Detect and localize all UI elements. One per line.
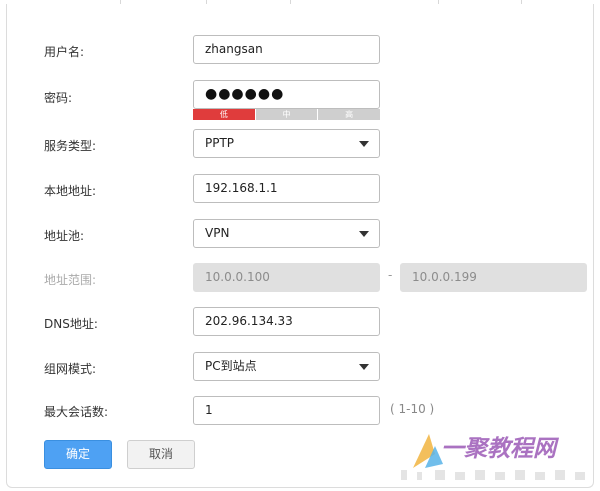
address-pool-value: VPN [205,226,230,240]
address-pool-select[interactable]: VPN [193,219,380,248]
max-sessions-label: 最大会话数: [44,405,109,419]
username-label: 用户名: [44,45,85,59]
chevron-down-icon [359,364,369,370]
dns-input[interactable]: 202.96.134.33 [193,307,380,336]
address-range-start-input: 10.0.0.100 [193,263,380,292]
chevron-down-icon [359,231,369,237]
max-sessions-hint: ( 1-10 ) [390,402,435,416]
address-range-label: 地址范围: [44,273,97,287]
password-strength-meter: 低 中 高 [193,109,381,120]
strength-high-segment: 高 [317,109,381,120]
chevron-down-icon [359,141,369,147]
strength-medium-segment: 中 [254,109,318,120]
network-mode-label: 组网模式: [44,362,97,376]
address-range-end-input: 10.0.0.199 [400,263,587,292]
username-input[interactable]: zhangsan [193,35,380,64]
local-address-label: 本地地址: [44,184,97,198]
service-type-label: 服务类型: [44,139,97,153]
confirm-button[interactable]: 确定 [44,440,112,469]
password-input[interactable]: ●●●●●● [193,80,380,109]
service-type-select[interactable]: PPTP [193,129,380,158]
network-mode-value: PC到站点 [205,359,257,373]
address-pool-label: 地址池: [44,229,85,243]
dns-label: DNS地址: [44,317,98,331]
service-type-value: PPTP [205,136,235,150]
max-sessions-input[interactable]: 1 [193,396,380,425]
local-address-input[interactable]: 192.168.1.1 [193,174,380,203]
cancel-button[interactable]: 取消 [127,440,195,469]
strength-weak-segment: 低 [193,109,255,120]
password-label: 密码: [44,91,73,105]
range-separator: - [388,268,393,282]
network-mode-select[interactable]: PC到站点 [193,352,380,381]
